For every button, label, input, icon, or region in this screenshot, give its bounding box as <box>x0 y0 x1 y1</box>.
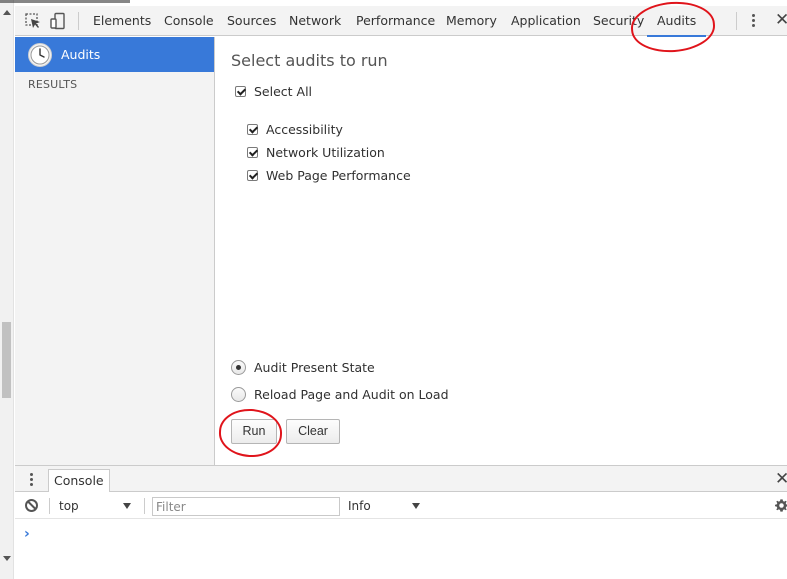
tab-network[interactable]: Network <box>289 6 341 36</box>
checkbox-label: Web Page Performance <box>266 167 411 183</box>
console-prompt[interactable]: › <box>24 526 30 542</box>
radio-label: Reload Page and Audit on Load <box>254 386 449 402</box>
run-button[interactable]: Run <box>231 419 277 444</box>
results-heading: RESULTS <box>28 78 78 91</box>
audit-present-state-radio[interactable]: Audit Present State <box>231 358 375 376</box>
tab-elements[interactable]: Elements <box>93 6 151 36</box>
tab-console[interactable]: Console <box>164 6 214 36</box>
clear-console-icon[interactable] <box>25 499 38 512</box>
gear-icon[interactable] <box>774 498 787 513</box>
select-all-checkbox[interactable]: Select All <box>235 83 312 99</box>
close-drawer-icon[interactable]: ✕ <box>775 470 787 488</box>
sidebar-item-label: Audits <box>61 47 101 62</box>
devtools-panel: Elements Console Sources Network Perform… <box>15 0 787 579</box>
filter-input[interactable] <box>152 497 340 516</box>
sidebar-item-audits[interactable]: Audits <box>15 37 214 72</box>
chevron-down-icon[interactable] <box>412 503 420 509</box>
scroll-down-arrow-icon[interactable] <box>3 556 11 561</box>
clock-icon <box>28 43 52 67</box>
scroll-up-arrow-icon[interactable] <box>3 10 11 15</box>
chevron-down-icon[interactable] <box>123 503 131 509</box>
tab-application[interactable]: Application <box>511 6 581 36</box>
audit-accessibility-checkbox[interactable]: Accessibility <box>247 121 343 137</box>
toolbar-separator <box>49 498 50 514</box>
page-scrollbar[interactable] <box>0 0 14 579</box>
more-vertical-icon[interactable] <box>30 473 34 488</box>
tab-security[interactable]: Security <box>593 6 644 36</box>
clear-button[interactable]: Clear <box>286 419 340 444</box>
reload-and-audit-radio[interactable]: Reload Page and Audit on Load <box>231 385 449 403</box>
drawer-tab-strip: Console ✕ <box>15 466 787 492</box>
checkbox-label: Select All <box>254 83 313 99</box>
audits-main-panel: Select audits to run Select All Accessib… <box>216 37 787 465</box>
scrollbar-thumb[interactable] <box>2 322 11 398</box>
toolbar-separator <box>144 498 145 514</box>
tab-memory[interactable]: Memory <box>446 6 497 36</box>
page-content-sliver <box>0 0 130 3</box>
toolbar-separator <box>736 12 737 30</box>
devtools-toolbar: Elements Console Sources Network Perform… <box>15 6 787 37</box>
console-toolbar: top Info <box>15 493 787 519</box>
audit-network-utilization-checkbox[interactable]: Network Utilization <box>247 144 385 160</box>
checkbox-box[interactable] <box>235 85 246 97</box>
context-selector[interactable]: top <box>59 499 79 513</box>
checkbox-label: Network Utilization <box>266 144 385 160</box>
log-level-selector[interactable]: Info <box>348 499 371 513</box>
tab-audits[interactable]: Audits <box>646 6 707 37</box>
audits-sidebar: Audits RESULTS <box>15 37 215 465</box>
drawer-tab-console[interactable]: Console <box>48 469 110 492</box>
checkbox-box[interactable] <box>247 169 258 181</box>
tab-sources[interactable]: Sources <box>227 6 276 36</box>
page-title: Select audits to run <box>231 51 388 70</box>
checkbox-box[interactable] <box>247 123 258 135</box>
console-drawer: Console ✕ top Info › <box>15 465 787 579</box>
radio-button[interactable] <box>231 359 246 375</box>
more-vertical-icon[interactable] <box>752 14 756 29</box>
checkbox-box[interactable] <box>247 146 258 158</box>
tab-performance[interactable]: Performance <box>356 6 435 36</box>
audit-web-page-performance-checkbox[interactable]: Web Page Performance <box>247 167 411 183</box>
inspect-element-icon[interactable] <box>24 12 42 30</box>
close-icon[interactable]: ✕ <box>775 11 787 29</box>
checkbox-label: Accessibility <box>266 121 343 137</box>
device-toolbar-icon[interactable] <box>49 12 67 30</box>
radio-button[interactable] <box>231 386 246 402</box>
radio-label: Audit Present State <box>254 359 375 375</box>
toolbar-separator <box>78 12 79 30</box>
